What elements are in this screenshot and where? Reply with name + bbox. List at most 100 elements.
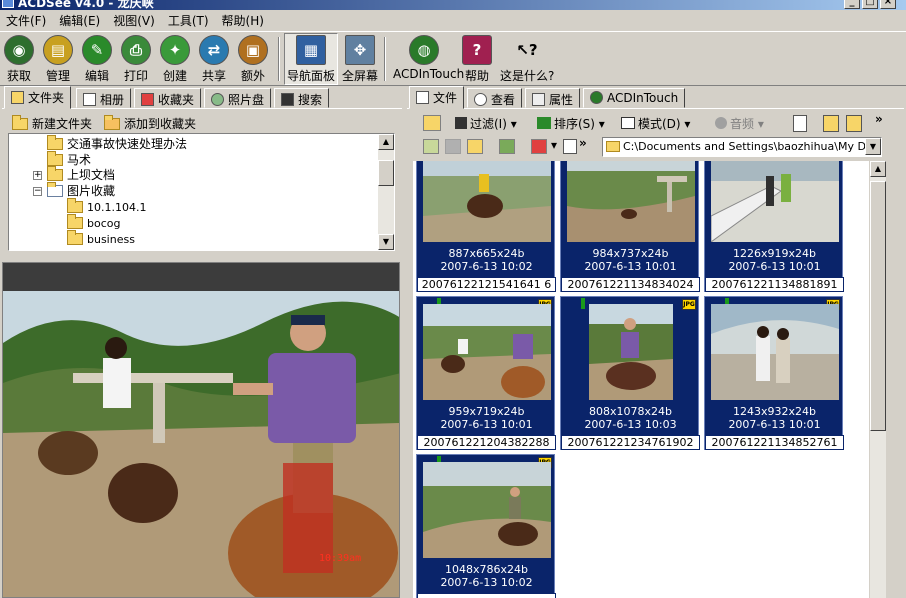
sort-az-icon — [537, 117, 551, 129]
folder-tree[interactable]: 交通事故快速处理办法 马术 + 上坝文档 − 图片收藏 10.1.104.1 b… — [8, 133, 395, 251]
create-button[interactable]: ✦ 创建 — [160, 35, 190, 84]
thumb-dimensions: 808x1078x24b — [589, 405, 672, 418]
manage-button[interactable]: ▤ 管理 — [43, 35, 73, 84]
forward-icon[interactable] — [445, 139, 461, 154]
properties-icon — [532, 93, 545, 106]
more-chevron-icon[interactable]: » — [579, 136, 587, 150]
tab-acdintouch-label: ACDInTouch — [607, 91, 679, 105]
tab-acdintouch[interactable]: ACDInTouch — [583, 88, 686, 108]
thumb-scrollbar[interactable]: ▲ — [870, 161, 886, 598]
mode-button[interactable]: 模式(D) ▾ — [621, 115, 690, 132]
tree-item[interactable]: bocog — [67, 214, 120, 231]
thumbnail-image — [589, 304, 673, 400]
thumbnail-item[interactable]: 984x737x24b 2007-6-13 10:01 200761221134… — [560, 161, 700, 292]
dropdown-arrow-icon[interactable]: ▾ — [551, 138, 557, 152]
tab-search-label: 搜索 — [298, 93, 323, 107]
tab-search[interactable]: 搜索 — [274, 88, 330, 108]
tab-favorites[interactable]: 收藏夹 — [134, 88, 202, 108]
folder-icon — [67, 230, 83, 245]
acquire-button[interactable]: ◉ 获取 — [4, 35, 34, 84]
acquire-label: 获取 — [6, 69, 31, 83]
preview-photo — [3, 291, 399, 597]
sort-button[interactable]: 排序(S) ▾ — [537, 115, 605, 132]
thumb-date: 2007-6-13 10:01 — [440, 418, 533, 431]
thumb-date: 2007-6-13 10:03 — [584, 418, 677, 431]
thumb-filename: 200761221234761902 — [561, 435, 700, 450]
scroll-thumb[interactable] — [870, 181, 886, 431]
help-button[interactable]: ? 帮助 — [462, 35, 492, 84]
thumbnail-item[interactable]: JPG 808x1078x24b 2007-6-13 10:03 2007612… — [560, 296, 700, 450]
help-book-icon: ? — [462, 35, 492, 65]
tab-photo-disc[interactable]: 照片盘 — [204, 88, 272, 108]
tree-item[interactable]: 上坝文档 — [47, 166, 115, 183]
tree-item[interactable]: business — [67, 230, 135, 247]
thumb-dimensions: 1243x932x24b — [733, 405, 816, 418]
folder-icon — [47, 166, 63, 181]
back-icon[interactable] — [423, 139, 439, 154]
copy-to-icon[interactable] — [823, 115, 839, 132]
path-combobox[interactable]: C:\Documents and Settings\baozhihua\My D… — [602, 137, 882, 157]
minimize-button[interactable]: _ — [844, 0, 860, 9]
new-folder-button[interactable]: 新建文件夹 — [12, 115, 92, 132]
tab-folders[interactable]: 文件夹 — [4, 86, 72, 109]
tree-item[interactable]: 交通事故快速处理办法 — [47, 135, 187, 152]
parent-folder-icon[interactable] — [467, 139, 483, 154]
print-button[interactable]: ⎙ 打印 — [121, 35, 151, 84]
edit-button[interactable]: ✎ 编辑 — [82, 35, 112, 84]
tree-scrollbar[interactable]: ▲ ▼ — [378, 134, 394, 250]
thumbnail-item[interactable]: JPG 959x719x24b 2007-6-13 10:01 20076122… — [416, 296, 556, 450]
audio-button[interactable]: 音频 ▾ — [715, 115, 764, 132]
picture-folder-icon — [47, 182, 63, 197]
thumbnail-item[interactable]: JPG 1243x932x24b 2007-6-13 10:01 2007612… — [704, 296, 844, 450]
favorites-heart-icon[interactable] — [531, 139, 547, 154]
tree-item[interactable]: 图片收藏 — [47, 182, 116, 199]
close-button[interactable]: × — [880, 0, 896, 9]
menu-tools[interactable]: 工具(T) — [162, 10, 216, 29]
move-to-icon[interactable] — [846, 115, 862, 132]
fullscreen-button[interactable]: ✥ 全屏幕 — [342, 35, 378, 84]
scroll-up-button[interactable]: ▲ — [378, 134, 394, 150]
view-icon[interactable] — [563, 139, 577, 154]
tree-item[interactable]: 10.1.104.1 — [67, 198, 146, 215]
thumbnail-image — [423, 304, 551, 400]
tab-properties-label: 属性 — [549, 93, 574, 107]
fullscreen-label: 全屏幕 — [342, 69, 379, 83]
scroll-up-button[interactable]: ▲ — [870, 161, 886, 177]
menu-help[interactable]: 帮助(H) — [216, 10, 271, 29]
more-chevron-icon[interactable]: » — [875, 112, 883, 126]
camera-icon: ◉ — [4, 35, 34, 65]
tree-item-label: 图片收藏 — [67, 184, 116, 198]
menu-edit[interactable]: 编辑(E) — [53, 10, 107, 29]
thumb-dimensions: 959x719x24b — [448, 405, 525, 418]
acdintouch-button[interactable]: ◍ ACDInTouch — [393, 35, 464, 81]
tab-files[interactable]: 文件 — [409, 86, 465, 109]
whats-this-button[interactable]: ↖? 这是什么? — [500, 35, 554, 84]
print-label: 打印 — [123, 69, 148, 83]
help-label: 帮助 — [464, 69, 489, 83]
thumbnail-item[interactable]: 887x665x24b 2007-6-13 10:02 200761221215… — [416, 161, 556, 292]
page-icon[interactable] — [793, 115, 807, 132]
add-favorite-button[interactable]: 添加到收藏夹 — [104, 115, 196, 132]
tab-files-label: 文件 — [433, 91, 458, 105]
expand-toggle[interactable]: + — [33, 171, 42, 180]
share-button[interactable]: ⇄ 共享 — [199, 35, 229, 84]
speaker-icon — [715, 117, 727, 129]
tab-properties[interactable]: 属性 — [525, 88, 581, 108]
refresh-icon[interactable] — [499, 139, 515, 154]
thumbnail-item[interactable]: JPG 1048x786x24b 2007-6-13 10:02 — [416, 454, 556, 598]
tab-view[interactable]: 查看 — [467, 88, 523, 108]
path-dropdown-button[interactable]: ▼ — [865, 138, 881, 155]
filter-button[interactable]: 过滤(I) ▾ — [455, 115, 517, 132]
maximize-button[interactable]: □ — [862, 0, 878, 9]
menu-view[interactable]: 视图(V) — [107, 10, 162, 29]
extras-button[interactable]: ▣ 额外 — [238, 35, 268, 84]
folder-up-icon[interactable] — [423, 115, 441, 131]
jpg-badge-icon: JPG — [682, 299, 696, 310]
scroll-down-button[interactable]: ▼ — [378, 234, 394, 250]
menu-file[interactable]: 文件(F) — [0, 10, 53, 29]
scroll-thumb[interactable] — [378, 160, 394, 186]
tab-albums[interactable]: 相册 — [76, 88, 132, 108]
thumbnail-item[interactable]: 1226x919x24b 2007-6-13 10:01 20076122113… — [704, 161, 844, 292]
collapse-toggle[interactable]: − — [33, 187, 42, 196]
nav-panel-button[interactable]: ▦ 导航面板 — [284, 33, 338, 85]
